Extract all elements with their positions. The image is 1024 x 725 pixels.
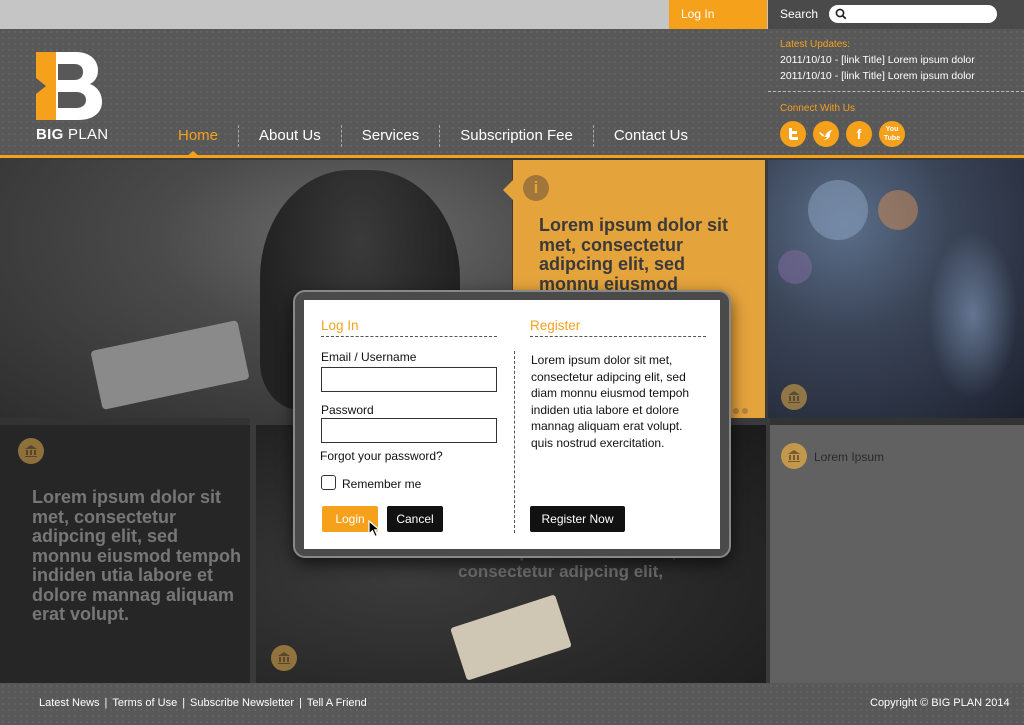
register-description: Lorem ipsum dolor sit met, consectetur a… (531, 353, 690, 450)
update-link[interactable]: 2011/10/10 - [link Title] Lorem ipsum do… (780, 54, 975, 66)
updates-title: Latest Updates: (780, 39, 851, 50)
login-title: Log In (321, 318, 359, 333)
tile-pointer (503, 180, 513, 200)
update-link[interactable]: 2011/10/10 - [link Title] Lorem ipsum do… (780, 70, 975, 82)
logo-icon[interactable] (34, 50, 106, 122)
bank-icon (271, 645, 297, 671)
forgot-password-link[interactable]: Forgot your password? (320, 449, 443, 463)
city-lights-photo (768, 160, 1024, 418)
header-accent-line (0, 155, 1024, 158)
main-nav: Home About Us Services Subscription Fee … (158, 123, 708, 149)
footer-link-latest-news[interactable]: Latest News (39, 697, 100, 709)
nav-about-us[interactable]: About Us (239, 125, 341, 147)
nav-subscription-fee[interactable]: Subscription Fee (440, 125, 593, 147)
login-title-rule (321, 336, 497, 337)
search-box[interactable] (829, 5, 997, 23)
nav-services[interactable]: Services (342, 125, 440, 147)
bank-icon (781, 384, 807, 410)
lorem-tile-label: Lorem Ipsum (814, 450, 885, 464)
side-divider (768, 91, 1024, 92)
register-title-rule (530, 336, 706, 337)
search-icon (835, 8, 847, 20)
light-streak (928, 230, 1018, 400)
connect-title: Connect With Us (780, 103, 856, 114)
copyright: Copyright © BIG PLAN 2014 (870, 697, 1010, 709)
modal-column-divider (514, 351, 515, 533)
bokeh-light (778, 250, 812, 284)
dark-tile-headline: Lorem ipsum dolor sit met, consectetur a… (32, 487, 241, 624)
photo-paper (90, 320, 250, 410)
mouse-cursor-icon (368, 520, 382, 538)
twitter-icon[interactable] (780, 121, 806, 147)
footer-separator: | (298, 697, 302, 709)
cancel-button[interactable]: Cancel (387, 506, 443, 532)
info-icon: i (523, 175, 549, 201)
register-title: Register (530, 318, 581, 333)
footer-links: Latest News | Terms of Use | Subscribe Newsl… (39, 697, 367, 709)
bank-icon (18, 438, 44, 464)
footer-separator: | (104, 697, 108, 709)
facebook-icon[interactable]: f (846, 121, 872, 147)
footer-separator: | (182, 697, 186, 709)
footer: Latest News | Terms of Use | Subscribe Newsl… (0, 683, 1024, 725)
remember-me-checkbox[interactable] (321, 475, 336, 490)
header-side-panel: Latest Updates: 2011/10/10 - [link Title… (768, 29, 1024, 155)
footer-link-terms[interactable]: Terms of Use (112, 697, 177, 709)
password-field[interactable] (321, 418, 497, 443)
lorem-tile[interactable]: Lorem Ipsum (770, 425, 1024, 683)
remember-me-label[interactable]: Remember me (342, 477, 421, 491)
brand-name-light: PLAN (68, 126, 109, 143)
brand-name-bold: BIG (36, 126, 64, 143)
password-label: Password (321, 403, 374, 417)
youtube-icon[interactable]: You Tube (879, 121, 905, 147)
photo-book (450, 594, 572, 681)
login-modal-body: Log In Email / Username Password Forgot … (304, 300, 720, 549)
bird-icon[interactable] (813, 121, 839, 147)
dark-text-tile[interactable]: Lorem ipsum dolor sit met, consectetur a… (0, 425, 250, 683)
featured-headline: Lorem ipsum dolor sit met, consectetur a… (539, 215, 729, 294)
top-search-area: Search (768, 0, 1024, 29)
nav-home[interactable]: Home (158, 125, 238, 147)
brand-name: BIG PLAN (36, 126, 108, 143)
search-input[interactable] (851, 6, 991, 22)
footer-link-tell-a-friend[interactable]: Tell A Friend (307, 697, 367, 709)
active-nav-indicator (186, 151, 200, 157)
bank-icon (781, 443, 807, 469)
email-field[interactable] (321, 367, 497, 392)
register-now-button[interactable]: Register Now (530, 506, 625, 532)
search-label: Search (780, 7, 819, 21)
footer-link-newsletter[interactable]: Subscribe Newsletter (190, 697, 294, 709)
bokeh-light (808, 180, 868, 240)
login-modal: Log In Email / Username Password Forgot … (293, 290, 731, 558)
email-label: Email / Username (321, 350, 417, 364)
nav-contact-us[interactable]: Contact Us (594, 125, 708, 147)
top-login-link[interactable]: Log In (669, 0, 767, 29)
tile-gap (770, 418, 1024, 425)
tile-gap (0, 418, 250, 425)
bokeh-light (878, 190, 918, 230)
slider-dots[interactable] (733, 401, 751, 419)
